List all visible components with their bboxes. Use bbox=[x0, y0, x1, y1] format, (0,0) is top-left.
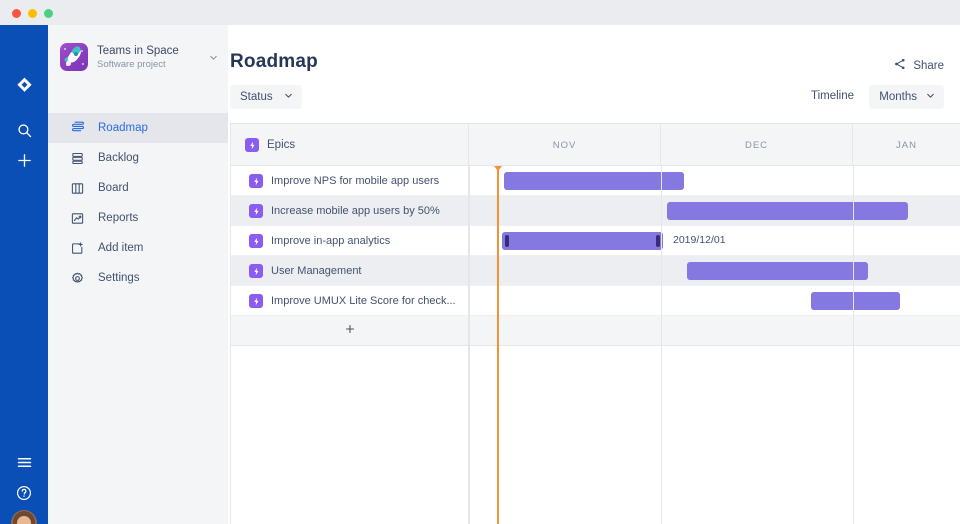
project-name: Teams in Space bbox=[97, 44, 206, 58]
user-avatar[interactable] bbox=[11, 510, 37, 524]
share-icon bbox=[893, 57, 907, 76]
epic-row-label-cell[interactable]: Improve UMUX Lite Score for check... bbox=[231, 286, 469, 316]
global-nav-rail bbox=[0, 25, 48, 524]
board-icon bbox=[70, 181, 92, 196]
epic-row-label-cell[interactable]: Increase mobile app users by 50% bbox=[231, 196, 469, 226]
epic-name: Improve NPS for mobile app users bbox=[271, 175, 439, 187]
epic-row[interactable]: Improve in-app analytics 2019/12/01 bbox=[231, 226, 960, 256]
epic-bolt-icon bbox=[249, 294, 263, 308]
month-grid-line bbox=[661, 166, 662, 524]
epic-bolt-icon bbox=[249, 174, 263, 188]
sidebar-item-label: Add item bbox=[98, 242, 143, 254]
sidebar-item-add-item[interactable]: Add item bbox=[48, 233, 228, 263]
timeline-label: Timeline bbox=[811, 90, 854, 102]
sidebar-item-reports[interactable]: Reports bbox=[48, 203, 228, 233]
board-header-row: Epics NOV DEC JAN bbox=[231, 124, 960, 166]
epic-row-label-cell[interactable]: Improve in-app analytics bbox=[231, 226, 469, 256]
epic-name: Improve UMUX Lite Score for check... bbox=[271, 295, 456, 307]
sidebar-item-backlog[interactable]: Backlog bbox=[48, 143, 228, 173]
add-epic-row-timeline bbox=[469, 316, 960, 346]
epic-row[interactable]: Increase mobile app users by 50% bbox=[231, 196, 960, 226]
search-icon[interactable] bbox=[0, 115, 48, 145]
epic-bolt-icon bbox=[245, 138, 259, 152]
window-minimize-button[interactable] bbox=[28, 9, 37, 18]
epic-timeline-bar[interactable] bbox=[667, 202, 908, 220]
sidebar-item-label: Reports bbox=[98, 212, 138, 224]
timeline-zoom-dropdown[interactable]: Months bbox=[869, 85, 944, 109]
epic-bolt-icon bbox=[249, 204, 263, 218]
epic-bolt-icon bbox=[249, 264, 263, 278]
plus-icon[interactable] bbox=[0, 145, 48, 175]
board-empty-area bbox=[231, 346, 960, 524]
sidebar-item-board[interactable]: Board bbox=[48, 173, 228, 203]
sidebar-item-label: Board bbox=[98, 182, 129, 194]
plus-icon bbox=[344, 322, 356, 340]
epic-row[interactable]: Improve UMUX Lite Score for check... bbox=[231, 286, 960, 316]
board-rows: Improve NPS for mobile app users Increase… bbox=[231, 166, 960, 524]
epic-name: User Management bbox=[271, 265, 362, 277]
window-maximize-button[interactable] bbox=[44, 9, 53, 18]
chevron-down-icon[interactable] bbox=[206, 52, 220, 63]
bar-date-label: 2019/12/01 bbox=[673, 234, 726, 246]
epic-bolt-icon bbox=[249, 234, 263, 248]
sidebar-item-roadmap[interactable]: Roadmap bbox=[48, 113, 228, 143]
app-window: Teams in Space Software project Roadmap bbox=[0, 0, 960, 524]
chevron-down-icon bbox=[925, 88, 936, 106]
month-grid-line bbox=[853, 166, 854, 524]
epic-row-label-cell[interactable]: Improve NPS for mobile app users bbox=[231, 166, 469, 196]
window-titlebar bbox=[0, 0, 960, 25]
board-empty-area-left bbox=[231, 346, 469, 524]
hamburger-menu-icon[interactable] bbox=[0, 447, 48, 477]
month-column-header: JAN bbox=[853, 124, 960, 166]
reports-icon bbox=[70, 211, 92, 226]
sidebar-item-settings[interactable]: Settings bbox=[48, 263, 228, 293]
sidebar-item-label: Roadmap bbox=[98, 122, 148, 134]
project-switcher[interactable]: Teams in Space Software project bbox=[60, 36, 220, 78]
epic-row[interactable]: User Management bbox=[231, 256, 960, 286]
epic-name: Improve in-app analytics bbox=[271, 235, 390, 247]
epic-timeline-bar[interactable] bbox=[502, 232, 663, 250]
epic-row-label-cell[interactable]: User Management bbox=[231, 256, 469, 286]
bar-resize-handle-right[interactable] bbox=[656, 235, 660, 247]
sidebar-item-label: Backlog bbox=[98, 152, 139, 164]
sidebar-nav: Roadmap Backlog bbox=[48, 113, 228, 293]
status-filter-dropdown[interactable]: Status bbox=[230, 85, 302, 109]
epic-name: Increase mobile app users by 50% bbox=[271, 205, 440, 217]
roadmap-board: Epics NOV DEC JAN Improve NPS for mobile… bbox=[230, 123, 960, 524]
share-button[interactable]: Share bbox=[893, 55, 944, 77]
window-close-button[interactable] bbox=[12, 9, 21, 18]
epic-timeline-bar[interactable] bbox=[504, 172, 684, 190]
roadmap-icon bbox=[70, 120, 92, 136]
month-column-header: NOV bbox=[469, 124, 661, 166]
page-title: Roadmap bbox=[230, 51, 318, 73]
chevron-down-icon bbox=[283, 88, 294, 106]
add-item-icon bbox=[70, 241, 92, 256]
epic-row[interactable]: Improve NPS for mobile app users bbox=[231, 166, 960, 196]
project-sidebar: Teams in Space Software project Roadmap bbox=[48, 25, 228, 524]
help-circle-icon[interactable] bbox=[0, 478, 48, 508]
rocket-icon bbox=[60, 43, 88, 71]
settings-gear-icon bbox=[70, 271, 92, 286]
add-epic-row[interactable] bbox=[231, 316, 960, 346]
epic-timeline-bar[interactable] bbox=[811, 292, 900, 310]
today-marker-arrow bbox=[494, 166, 502, 171]
add-epic-button[interactable] bbox=[231, 316, 469, 346]
epic-timeline-bar[interactable] bbox=[687, 262, 868, 280]
share-label: Share bbox=[913, 60, 944, 72]
roadmap-toolbar: Status Timeline Months bbox=[228, 85, 960, 119]
bar-resize-handle-left[interactable] bbox=[505, 235, 509, 247]
sidebar-item-label: Settings bbox=[98, 272, 140, 284]
epics-column-label: Epics bbox=[267, 139, 295, 151]
epics-column-header: Epics bbox=[231, 124, 469, 166]
backlog-icon bbox=[70, 151, 92, 166]
month-grid-line bbox=[469, 166, 470, 524]
jira-diamond-icon[interactable] bbox=[0, 70, 48, 100]
today-marker-line bbox=[497, 166, 499, 524]
month-column-header: DEC bbox=[661, 124, 853, 166]
timeline-zoom-label: Months bbox=[879, 91, 917, 103]
project-type: Software project bbox=[97, 58, 206, 71]
status-filter-label: Status bbox=[240, 91, 273, 103]
main-content: Roadmap Share Status bbox=[228, 25, 960, 524]
